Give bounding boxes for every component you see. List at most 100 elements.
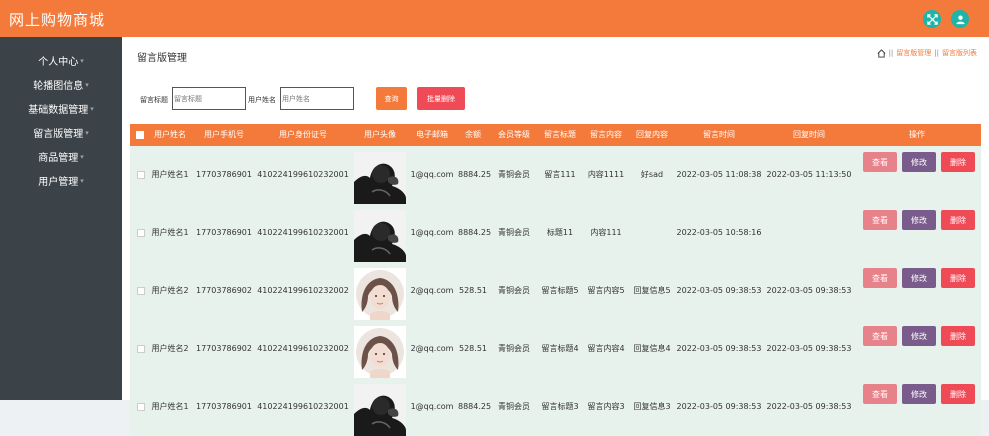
user-filter-input[interactable]	[280, 87, 354, 110]
row-checkbox[interactable]	[137, 287, 145, 295]
cell-content: 留言内容5	[587, 286, 625, 295]
cell-idcard: 410224199610232002	[257, 286, 349, 295]
breadcrumb-item[interactable]: 留言版管理	[896, 48, 931, 58]
cell-phone: 17703786902	[196, 344, 252, 353]
sidebar-item-profile[interactable]: 个人中心 ▾	[0, 51, 122, 71]
cell-idcard: 410224199610232002	[257, 344, 349, 353]
cell-reply: 好sad	[640, 170, 664, 179]
top-bar: 网上购物商城	[0, 0, 989, 37]
cell-name: 用户姓名1	[151, 228, 189, 237]
query-button[interactable]: 查询	[376, 87, 407, 110]
column-header: 留言时间	[703, 130, 735, 139]
chevron-down-icon: ▾	[80, 57, 84, 65]
batch-delete-button[interactable]: 批量删除	[417, 87, 465, 110]
view-button[interactable]: 查看	[863, 268, 897, 288]
cell-content: 内容111	[590, 228, 622, 237]
view-button[interactable]: 查看	[863, 384, 897, 404]
cell-time: 2022-03-05 09:38:53	[676, 286, 762, 295]
sidebar-item-label: 用户管理	[38, 177, 79, 188]
expand-icon[interactable]	[923, 10, 941, 28]
breadcrumb-item[interactable]: 留言版列表	[942, 48, 977, 58]
column-header: 回复内容	[636, 130, 668, 139]
cell-balance: 528.51	[459, 286, 487, 295]
cell-reply: 回复信息5	[633, 286, 671, 295]
column-header: 用户头像	[364, 130, 396, 139]
cell-balance: 8884.25	[458, 228, 492, 237]
delete-button[interactable]: 删除	[941, 152, 975, 172]
sidebar-item-carousel[interactable]: 轮播图信息 ▾	[0, 75, 122, 95]
row-checkbox[interactable]	[137, 403, 145, 411]
cell-reply_time: 2022-03-05 09:38:53	[766, 344, 852, 353]
edit-button[interactable]: 修改	[902, 384, 936, 404]
cell-reply: 回复信息4	[633, 344, 671, 353]
cell-name: 用户姓名2	[151, 344, 189, 353]
cell-level: 青铜会员	[498, 228, 530, 237]
user-filter-label: 用户姓名	[248, 96, 276, 104]
table-row: 用户姓名1 17703786901 410224199610232001 1@qq.c…	[130, 146, 981, 204]
edit-button[interactable]: 修改	[902, 210, 936, 230]
home-icon[interactable]	[877, 48, 886, 58]
column-header: 留言内容	[590, 130, 622, 139]
delete-button[interactable]: 删除	[941, 326, 975, 346]
cell-email: 1@qq.com	[410, 228, 454, 237]
column-header: 会员等级	[498, 130, 530, 139]
cell-title: 留言标题3	[541, 402, 579, 411]
delete-button[interactable]: 删除	[941, 384, 975, 404]
cell-reply_time: 2022-03-05 09:38:53	[766, 286, 852, 295]
chevron-down-icon: ▾	[80, 153, 84, 161]
sidebar-item-products[interactable]: 商品管理 ▾	[0, 147, 122, 167]
edit-button[interactable]: 修改	[902, 152, 936, 172]
cell-level: 青铜会员	[498, 402, 530, 411]
column-header: 电子邮箱	[416, 130, 448, 139]
user-icon[interactable]	[951, 10, 969, 28]
delete-button[interactable]: 删除	[941, 210, 975, 230]
sidebar-item-label: 基础数据管理	[28, 105, 89, 116]
sidebar-item-label: 留言版管理	[33, 129, 84, 140]
app-title: 网上购物商城	[9, 11, 106, 29]
column-header: 留言标题	[544, 130, 576, 139]
chevron-down-icon: ▾	[90, 105, 94, 113]
user-avatar	[354, 326, 406, 378]
row-checkbox[interactable]	[137, 345, 145, 353]
sidebar-item-label: 商品管理	[38, 153, 79, 164]
row-checkbox[interactable]	[137, 171, 145, 179]
cell-balance: 8884.25	[458, 402, 492, 411]
edit-button[interactable]: 修改	[902, 326, 936, 346]
sidebar: 个人中心 ▾ 轮播图信息 ▾ 基础数据管理 ▾ 留言版管理 ▾ 商品管理 ▾ 用户管理 ▾	[0, 37, 122, 400]
column-header: 余额	[465, 130, 481, 139]
cell-phone: 17703786901	[196, 402, 252, 411]
cell-name: 用户姓名1	[151, 170, 189, 179]
cell-reply_time: 2022-03-05 11:13:50	[766, 170, 852, 179]
select-all-checkbox[interactable]	[136, 131, 144, 139]
table-row: 用户姓名2 17703786902 410224199610232002 2@qq.c…	[130, 262, 981, 320]
breadcrumb-separator: ||	[888, 49, 894, 57]
sidebar-item-users[interactable]: 用户管理 ▾	[0, 171, 122, 191]
sidebar-item-basic-data[interactable]: 基础数据管理 ▾	[0, 99, 122, 119]
cell-reply: 回复信息3	[633, 402, 671, 411]
delete-button[interactable]: 删除	[941, 268, 975, 288]
row-checkbox[interactable]	[137, 229, 145, 237]
table-row: 用户姓名2 17703786902 410224199610232002 2@qq.c…	[130, 320, 981, 378]
column-header: 用户身份证号	[279, 130, 327, 139]
view-button[interactable]: 查看	[863, 210, 897, 230]
title-filter-input[interactable]	[172, 87, 246, 110]
view-button[interactable]: 查看	[863, 152, 897, 172]
cell-level: 青铜会员	[498, 170, 530, 179]
cell-time: 2022-03-05 09:38:53	[676, 402, 762, 411]
user-avatar	[354, 268, 406, 320]
chevron-down-icon: ▾	[85, 81, 89, 89]
column-header: 用户手机号	[204, 130, 244, 139]
cell-time: 2022-03-05 10:58:16	[676, 228, 762, 237]
view-button[interactable]: 查看	[863, 326, 897, 346]
cell-email: 1@qq.com	[410, 170, 454, 179]
cell-title: 标题11	[546, 228, 574, 237]
sidebar-item-messages[interactable]: 留言版管理 ▾	[0, 123, 122, 143]
edit-button[interactable]: 修改	[902, 268, 936, 288]
table-row: 用户姓名1 17703786901 410224199610232001 1@qq.c…	[130, 204, 981, 262]
table-header: 用户姓名 用户手机号 用户身份证号 用户头像 电子邮箱 余额 会员等级 留言标题…	[130, 124, 981, 146]
cell-email: 2@qq.com	[410, 286, 454, 295]
cell-reply_time	[766, 204, 852, 262]
cell-name: 用户姓名1	[151, 402, 189, 411]
cell-level: 青铜会员	[498, 286, 530, 295]
cell-reply_time: 2022-03-05 09:38:53	[766, 402, 852, 411]
